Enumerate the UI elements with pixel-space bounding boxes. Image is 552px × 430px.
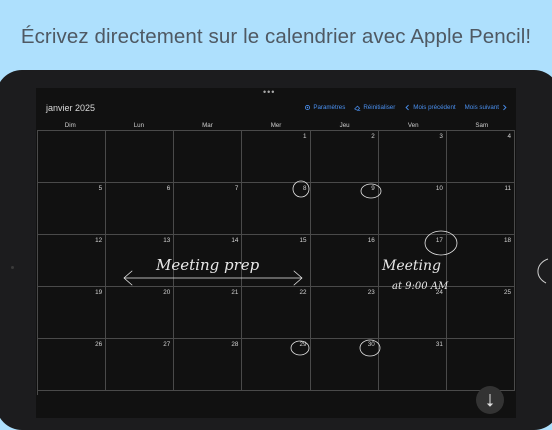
day-cell[interactable]: 6 [106, 183, 175, 235]
day-cell[interactable]: 16 [310, 235, 379, 287]
side-curve-icon [537, 258, 549, 284]
day-number: 13 [163, 237, 171, 244]
pencil-icon [486, 394, 494, 407]
day-number: 5 [98, 185, 103, 192]
day-cell[interactable]: 29 [242, 339, 311, 391]
previous-month-label: Mois précédent [413, 104, 456, 111]
day-number: 2 [371, 133, 375, 140]
day-cell[interactable] [174, 131, 243, 183]
reset-button[interactable]: Réinitialiser [354, 104, 395, 111]
promo-banner: Écrivez directement sur le calendrier av… [0, 0, 552, 74]
day-cell[interactable]: 22 [242, 287, 311, 339]
settings-button[interactable]: Paramètres [304, 104, 345, 111]
day-cell[interactable]: 18 [446, 235, 515, 287]
day-cell[interactable]: 15 [242, 235, 311, 287]
day-cell[interactable]: 7 [174, 183, 243, 235]
gear-icon [305, 104, 311, 111]
day-number: 20 [163, 289, 171, 296]
day-number: 8 [303, 185, 307, 192]
day-cell[interactable]: 8 [242, 183, 311, 235]
day-cell[interactable]: 21 [174, 287, 243, 339]
day-cell[interactable]: 12 [38, 235, 107, 287]
calendar-week-row: 12 13 14 15 16 17 18 [38, 235, 515, 287]
day-number: 23 [367, 289, 375, 296]
day-number: 26 [95, 341, 103, 348]
day-cell[interactable]: 2 [310, 131, 379, 183]
day-cell[interactable]: 25 [446, 287, 515, 339]
day-number: 21 [231, 289, 239, 296]
day-cell[interactable]: 24 [378, 287, 447, 339]
day-number: 6 [166, 185, 171, 192]
day-number: 30 [367, 341, 375, 348]
day-number: 29 [299, 341, 307, 348]
day-cell[interactable]: 13 [106, 235, 175, 287]
chevron-left-icon [405, 104, 410, 111]
banner-title: Écrivez directement sur le calendrier av… [20, 25, 532, 48]
pencil-tool-button[interactable] [476, 386, 504, 414]
day-cell[interactable] [446, 339, 515, 391]
day-number: 12 [95, 237, 103, 244]
calendar-screen: ••• janvier 2025 Paramètres Réinitialise… [36, 88, 516, 418]
multitasking-handle[interactable]: ••• [263, 88, 275, 97]
day-cell[interactable]: 9 [310, 183, 379, 235]
reset-label: Réinitialiser [363, 104, 396, 111]
day-number: 14 [231, 237, 239, 244]
toolbar: Paramètres Réinitialiser Mois précédent … [304, 104, 508, 111]
day-cell[interactable]: 10 [378, 183, 447, 235]
day-cell[interactable]: 27 [106, 339, 175, 391]
day-cell[interactable] [38, 131, 107, 183]
day-number: 19 [95, 289, 103, 296]
next-month-button[interactable]: Mois suivant [465, 104, 508, 111]
camera-dot [11, 266, 14, 269]
day-cell[interactable]: 1 [242, 131, 311, 183]
day-cell[interactable] [106, 131, 175, 183]
eraser-icon [354, 105, 361, 111]
day-cell[interactable]: 5 [38, 183, 107, 235]
settings-label: Paramètres [313, 104, 346, 111]
day-number: 22 [299, 289, 307, 296]
day-cell[interactable]: 4 [446, 131, 515, 183]
calendar-week-row: 26 27 28 29 30 31 [38, 339, 515, 391]
day-number: 15 [299, 237, 307, 244]
day-cell[interactable]: 11 [446, 183, 515, 235]
day-number: 17 [435, 237, 443, 244]
day-number: 4 [507, 133, 511, 140]
calendar-week-row: 5 6 7 8 9 10 11 [38, 183, 515, 235]
day-cell[interactable]: 17 [378, 235, 447, 287]
month-title: janvier 2025 [46, 103, 96, 113]
calendar-week-row: 1 2 3 4 [38, 131, 515, 183]
day-cell[interactable]: 30 [310, 339, 379, 391]
day-number: 10 [435, 185, 443, 192]
day-number: 3 [439, 133, 443, 140]
day-number: 7 [234, 185, 239, 192]
day-number: 16 [367, 237, 375, 244]
calendar-week-row: 19 20 21 22 23 24 25 [38, 287, 515, 339]
day-cell[interactable]: 3 [378, 131, 447, 183]
day-cell[interactable]: 28 [174, 339, 243, 391]
chevron-right-icon [503, 104, 507, 111]
calendar-grid: 1 2 3 4 5 6 7 8 9 10 11 12 13 14 15 16 17 18 19 20 21 22 23 24 2… [37, 130, 515, 395]
day-number: 31 [435, 341, 443, 348]
day-cell[interactable]: 20 [106, 287, 175, 339]
day-cell[interactable]: 14 [174, 235, 243, 287]
next-month-label: Mois suivant [464, 104, 499, 111]
day-cell[interactable]: 19 [38, 287, 107, 339]
day-number: 11 [504, 185, 511, 192]
day-cell[interactable]: 31 [378, 339, 447, 391]
day-number: 25 [503, 289, 511, 296]
day-cell[interactable]: 23 [310, 287, 379, 339]
day-cell[interactable]: 26 [38, 339, 107, 391]
day-number: 18 [503, 237, 511, 244]
day-number: 1 [303, 133, 307, 140]
day-number: 24 [435, 289, 443, 296]
day-number: 27 [163, 341, 171, 348]
day-number: 28 [231, 341, 239, 348]
day-number: 9 [371, 185, 375, 192]
previous-month-button[interactable]: Mois précédent [404, 104, 456, 111]
